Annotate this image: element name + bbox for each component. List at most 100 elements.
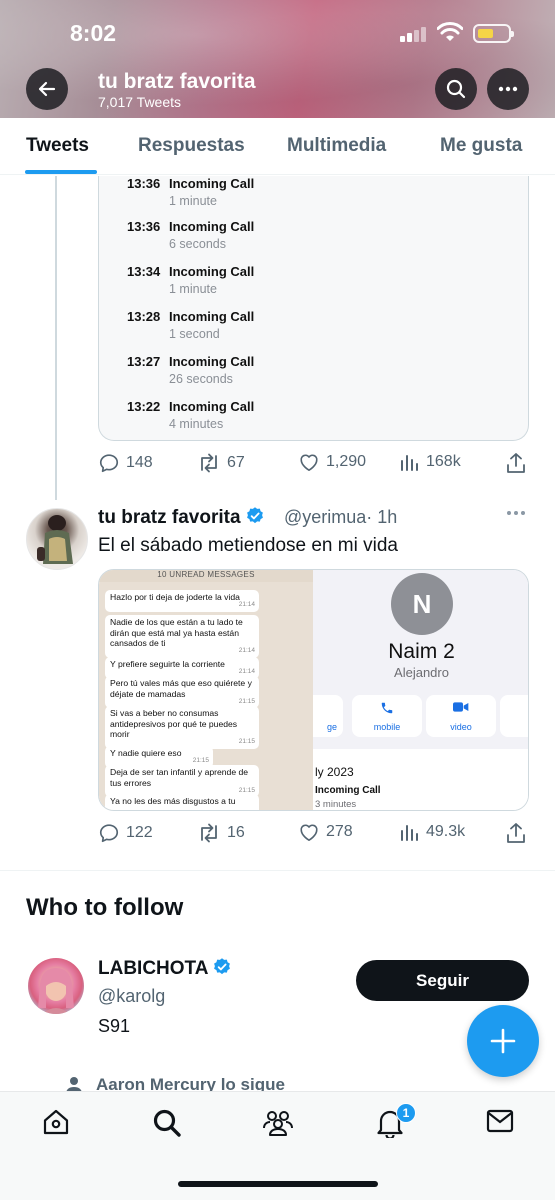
avatar-image bbox=[38, 968, 74, 1014]
call-label: Incoming Call bbox=[169, 264, 255, 279]
views-button[interactable]: 168k bbox=[400, 452, 461, 472]
tweet-more-icon[interactable] bbox=[506, 510, 526, 516]
thread-line bbox=[55, 176, 57, 500]
like-button[interactable]: 1,290 bbox=[298, 452, 366, 472]
call-label: Incoming Call bbox=[169, 399, 255, 414]
call-label: Incoming Call bbox=[169, 309, 255, 324]
retweet-count: 16 bbox=[227, 824, 245, 841]
contact-call-card: ly 2023 Incoming Call 3 minutes bbox=[313, 749, 528, 810]
more-button[interactable] bbox=[487, 68, 529, 110]
share-icon bbox=[507, 823, 525, 843]
profile-header: 8:02 tu bratz favorita 7,017 Tweets bbox=[0, 0, 555, 118]
call-time: 13:36 bbox=[127, 176, 161, 191]
retweet-count: 67 bbox=[227, 454, 245, 471]
call-label: Incoming Call bbox=[169, 354, 255, 369]
unread-banner: 10 UNREAD MESSAGES bbox=[99, 570, 313, 582]
tweet-actions: 148 67 1,290 168k bbox=[98, 452, 529, 476]
retweet-icon bbox=[201, 453, 217, 473]
tweet-author-handle[interactable]: @yerimua· 1h bbox=[284, 507, 397, 528]
tweet-author-name[interactable]: tu bratz favorita bbox=[98, 506, 265, 529]
views-count: 168k bbox=[426, 453, 461, 470]
tweet-text: El el sábado metiendose en mi vida bbox=[98, 535, 398, 556]
bottom-nav: 1 bbox=[0, 1091, 555, 1200]
notification-badge: 1 bbox=[396, 1103, 416, 1123]
profile-name: tu bratz favorita bbox=[98, 70, 256, 93]
like-icon bbox=[300, 824, 318, 841]
call-time: 13:22 bbox=[127, 399, 161, 414]
like-button[interactable]: 278 bbox=[298, 822, 353, 842]
tab-indicator bbox=[25, 170, 97, 174]
retweet-button[interactable]: 16 bbox=[197, 822, 245, 844]
who-to-follow-title: Who to follow bbox=[26, 894, 184, 921]
follow-suggestion-name[interactable]: LABICHOTA bbox=[98, 957, 232, 980]
follow-button[interactable]: Seguir bbox=[356, 960, 529, 1001]
home-icon[interactable] bbox=[42, 1108, 70, 1136]
views-icon bbox=[401, 825, 418, 841]
like-icon bbox=[300, 454, 318, 471]
views-count: 49.3k bbox=[426, 823, 466, 840]
share-button[interactable] bbox=[506, 452, 526, 474]
reply-icon bbox=[99, 824, 119, 843]
verified-icon bbox=[246, 507, 263, 524]
search-icon bbox=[446, 79, 466, 99]
compose-tweet-button[interactable] bbox=[467, 1005, 539, 1077]
section-divider bbox=[0, 870, 555, 871]
call-duration: 1 minute bbox=[169, 194, 217, 208]
profile-tabs: Tweets Respuestas Multimedia Me gusta bbox=[0, 118, 555, 175]
share-icon bbox=[507, 453, 525, 473]
chat-bubble: Ya no les des más disgustos a tu bbox=[105, 794, 259, 810]
contact-name: Naim 2 bbox=[388, 640, 455, 663]
wifi-icon bbox=[437, 22, 463, 41]
call-date: ly 2023 bbox=[315, 765, 354, 779]
contact-action: ge bbox=[313, 695, 343, 737]
retweet-icon bbox=[201, 823, 217, 843]
chat-bubble: Hazlo por ti deja de joderte la vida 21:1… bbox=[105, 590, 259, 612]
call-length: 3 minutes bbox=[315, 799, 357, 810]
avatar[interactable] bbox=[26, 508, 88, 570]
views-button[interactable]: 49.3k bbox=[400, 822, 465, 842]
communities-icon[interactable] bbox=[262, 1108, 294, 1136]
call-label: Incoming Call bbox=[169, 176, 255, 191]
mail-icon[interactable] bbox=[486, 1108, 514, 1134]
reply-button[interactable]: 122 bbox=[98, 822, 153, 844]
call-duration: 4 minutes bbox=[169, 417, 224, 431]
tab-respuestas[interactable]: Respuestas bbox=[138, 135, 245, 157]
call-time: 13:34 bbox=[127, 264, 161, 279]
phone-icon bbox=[381, 702, 393, 714]
tweet-media-call-log[interactable]: 13:36 Incoming Call 1 minute 13:36 Incom… bbox=[98, 176, 529, 441]
tab-tweets[interactable]: Tweets bbox=[26, 135, 89, 157]
tweet-time: · 1h bbox=[366, 507, 398, 527]
search-button[interactable] bbox=[435, 68, 477, 110]
tab-me-gusta[interactable]: Me gusta bbox=[440, 135, 522, 157]
share-button[interactable] bbox=[506, 822, 526, 844]
call-time: 13:36 bbox=[127, 219, 161, 234]
back-arrow-icon bbox=[38, 81, 56, 97]
retweet-button[interactable]: 67 bbox=[197, 452, 245, 474]
plus-icon bbox=[490, 1028, 516, 1054]
tweet-media[interactable]: 10 UNREAD MESSAGES Hazlo por ti deja de … bbox=[98, 569, 529, 811]
avatar[interactable] bbox=[28, 958, 84, 1014]
media-chat-screenshot: 10 UNREAD MESSAGES Hazlo por ti deja de … bbox=[99, 570, 313, 810]
author-name-text: tu bratz favorita bbox=[98, 507, 241, 528]
signal-icon bbox=[400, 26, 430, 42]
chat-bubble: Si vas a beber no consumas antidepresivo… bbox=[105, 706, 259, 749]
tweet-count: 7,017 Tweets bbox=[98, 94, 182, 110]
avatar-image bbox=[37, 515, 73, 564]
call-duration: 26 seconds bbox=[169, 372, 233, 386]
reply-button[interactable]: 148 bbox=[98, 452, 153, 474]
reply-count: 122 bbox=[126, 824, 153, 841]
back-button[interactable] bbox=[26, 68, 68, 110]
chat-bubble: Deja de ser tan infantil y aprende de tu… bbox=[105, 765, 259, 797]
handle-text: @yerimua bbox=[284, 507, 367, 527]
call-label: Incoming Call bbox=[169, 219, 255, 234]
tweet-actions: 122 16 278 49.3k bbox=[98, 822, 529, 846]
verified-icon bbox=[214, 958, 231, 975]
contact-action-mobile: mobile bbox=[352, 695, 422, 737]
contact-action bbox=[500, 695, 528, 737]
like-count: 278 bbox=[326, 823, 353, 840]
search-icon[interactable] bbox=[152, 1108, 182, 1138]
status-time: 8:02 bbox=[70, 20, 117, 46]
follow-suggestion-handle: @karolg bbox=[98, 986, 166, 1006]
tab-multimedia[interactable]: Multimedia bbox=[287, 135, 386, 157]
home-indicator bbox=[178, 1181, 378, 1187]
